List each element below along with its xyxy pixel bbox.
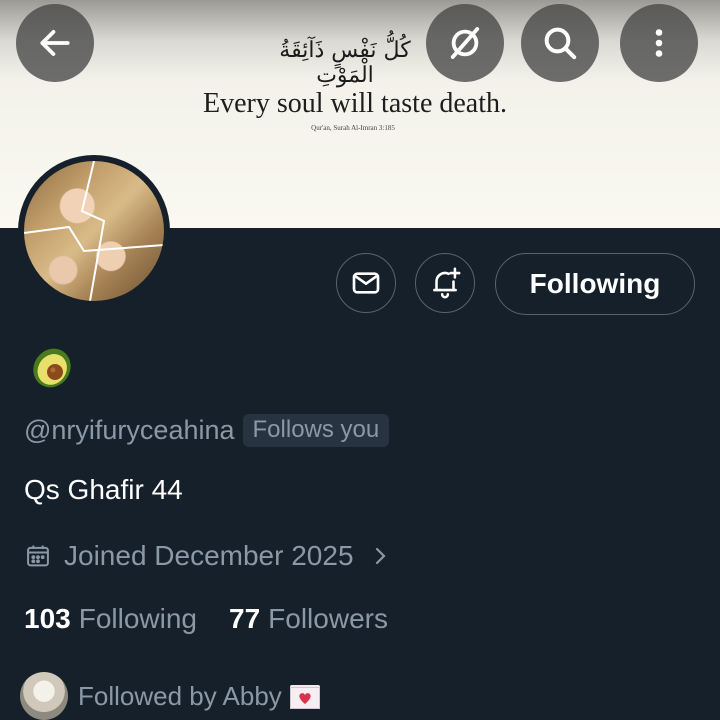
banner-arabic-text: كُلُّ نَفْسٍ ذَآئِقَةُ الْمَوْتِ (279, 38, 411, 88)
back-button[interactable] (16, 4, 94, 82)
following-stat[interactable]: 103 Following (24, 603, 197, 635)
follows-you-badge: Follows you (242, 413, 390, 447)
avatar-image (24, 161, 164, 301)
followed-by-text: Followed by Abby (78, 680, 282, 711)
following-button[interactable]: Following (495, 253, 695, 315)
banner-citation: Qur'an, Surah Al-Imran 3:185 (311, 124, 395, 132)
search-icon (544, 27, 577, 60)
love-letter-icon (289, 685, 320, 709)
handle-row: @nryifuryceahina Follows you (24, 411, 390, 449)
followers-stat[interactable]: 77 Followers (229, 603, 388, 635)
followers-count: 77 (229, 603, 261, 634)
grok-button[interactable] (426, 4, 504, 82)
profile-avatar[interactable] (18, 155, 170, 307)
message-button[interactable] (336, 253, 396, 313)
following-label: Following (78, 603, 197, 634)
joined-date: Joined December 2025 (64, 540, 354, 571)
followers-label: Followers (268, 603, 388, 634)
joined-date-row[interactable]: Joined December 2025 (24, 538, 392, 574)
follow-stats: 103 Following 77 Followers (24, 600, 388, 638)
mail-icon (352, 272, 380, 294)
slash-circle-icon (450, 27, 480, 59)
profile-bio: Qs Ghafir 44 (24, 474, 183, 505)
avatar-collage-lines (24, 161, 164, 301)
arrow-left-icon (40, 30, 70, 56)
followed-by-row[interactable]: Followed by Abby (20, 672, 320, 720)
following-count: 103 (24, 603, 71, 634)
notifications-button[interactable] (415, 253, 475, 313)
banner-quote: Every soul will taste death. (202, 88, 508, 119)
avocado-icon (26, 340, 78, 392)
follower-avatar (20, 672, 68, 720)
bell-plus-icon (433, 267, 461, 299)
calendar-icon (27, 545, 49, 567)
more-vertical-icon (655, 29, 663, 57)
user-handle: @nryifuryceahina (24, 414, 235, 445)
more-button[interactable] (620, 4, 698, 82)
search-button[interactable] (521, 4, 599, 82)
chevron-right-icon (375, 547, 386, 565)
